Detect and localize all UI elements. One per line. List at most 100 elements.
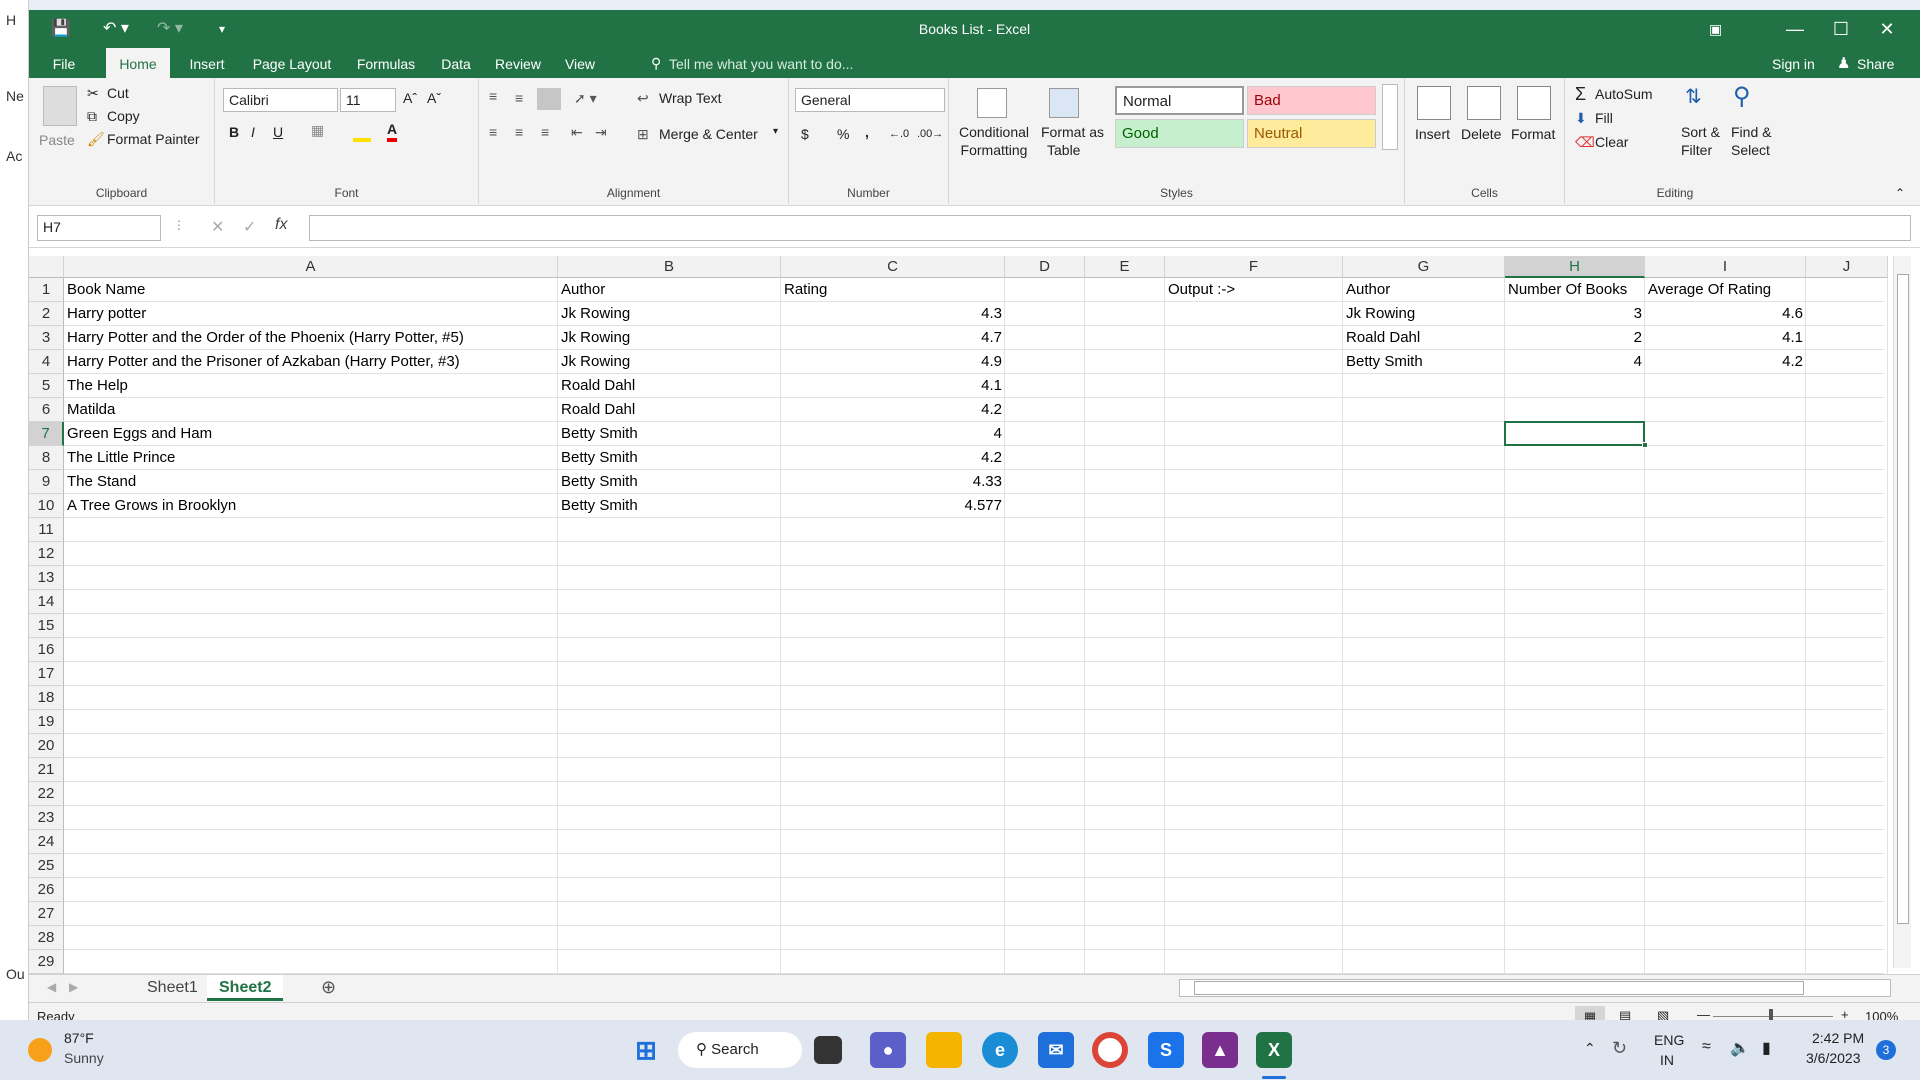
excel-taskbar-icon[interactable]: X	[1256, 1032, 1292, 1068]
select-all-corner[interactable]	[29, 256, 64, 278]
share-button[interactable]: Share	[1857, 56, 1894, 72]
cell-a6[interactable]: Matilda	[64, 398, 558, 422]
language-line1[interactable]: ENG	[1654, 1032, 1684, 1048]
cell-g4[interactable]: Betty Smith	[1343, 350, 1505, 374]
function-icon[interactable]: fx	[275, 216, 287, 234]
tab-view[interactable]: View	[555, 48, 605, 78]
tab-insert[interactable]: Insert	[177, 48, 237, 78]
cell-c4[interactable]: 4.9	[781, 350, 1005, 374]
format-as-table-button-line2[interactable]: Table	[1047, 142, 1080, 158]
next-sheet-icon[interactable]: ▶	[69, 980, 78, 994]
row-header[interactable]: 24	[29, 830, 64, 854]
decrease-indent-icon[interactable]: ⇤	[571, 124, 583, 141]
column-header-f[interactable]: F	[1165, 256, 1343, 278]
cell-a7[interactable]: Green Eggs and Ham	[64, 422, 558, 446]
cell-c9[interactable]: 4.33	[781, 470, 1005, 494]
fill-handle[interactable]	[1642, 442, 1648, 448]
wifi-icon[interactable]: ≈	[1702, 1038, 1711, 1056]
close-button[interactable]: ✕	[1864, 10, 1910, 48]
format-icon[interactable]	[1517, 86, 1551, 120]
cell-c3[interactable]: 4.7	[781, 326, 1005, 350]
align-bottom-icon[interactable]	[537, 88, 561, 110]
tab-data[interactable]: Data	[431, 48, 481, 78]
find-icon[interactable]: ⚲	[1733, 82, 1751, 111]
tab-review[interactable]: Review	[487, 48, 549, 78]
row-header[interactable]: 29	[29, 950, 64, 974]
number-format-select[interactable]: General	[795, 88, 945, 112]
align-left-icon[interactable]: ≡	[489, 124, 497, 140]
cell-b5[interactable]: Roald Dahl	[558, 374, 781, 398]
merge-dropdown-icon[interactable]: ▾	[773, 126, 778, 137]
format-table-icon[interactable]	[1049, 88, 1079, 118]
column-header-h[interactable]: H	[1505, 256, 1645, 278]
cell-a4[interactable]: Harry Potter and the Prisoner of Azkaban…	[64, 350, 558, 374]
find-select-button[interactable]: Find &	[1731, 124, 1771, 140]
orientation-icon[interactable]: ➚ ▾	[574, 90, 597, 107]
cell-c7[interactable]: 4	[781, 422, 1005, 446]
decrease-font-icon[interactable]: Aˇ	[427, 90, 441, 106]
cell-c2[interactable]: 4.3	[781, 302, 1005, 326]
add-sheet-icon[interactable]: ⊕	[321, 977, 336, 998]
format-painter-button[interactable]: Format Painter	[107, 131, 200, 147]
cell-a3[interactable]: Harry Potter and the Order of the Phoeni…	[64, 326, 558, 350]
column-header-c[interactable]: C	[781, 256, 1005, 278]
cell-i1[interactable]: Average Of Rating	[1645, 278, 1806, 302]
enter-icon[interactable]: ✓	[243, 217, 256, 237]
insert-icon[interactable]	[1417, 86, 1451, 120]
sheet-tab-sheet2[interactable]: Sheet2	[207, 975, 284, 1001]
percent-button[interactable]: %	[837, 126, 849, 142]
row-header[interactable]: 10	[29, 494, 64, 518]
ribbon-display-icon[interactable]: ▣	[1709, 21, 1722, 38]
cell-b8[interactable]: Betty Smith	[558, 446, 781, 470]
clear-button[interactable]: Clear	[1595, 134, 1628, 150]
row-header[interactable]: 5	[29, 374, 64, 398]
cell-i4[interactable]: 4.2	[1645, 350, 1806, 374]
cell-a5[interactable]: The Help	[64, 374, 558, 398]
column-header-j[interactable]: J	[1806, 256, 1888, 278]
name-box[interactable]: H7	[37, 215, 161, 241]
font-name-select[interactable]: Calibri	[223, 88, 338, 112]
paste-icon[interactable]	[43, 86, 77, 126]
weather-temp[interactable]: 87°F	[64, 1030, 94, 1046]
align-middle-icon[interactable]: ≡	[515, 90, 523, 106]
notification-badge[interactable]: 3	[1876, 1040, 1896, 1060]
conditional-formatting-button[interactable]: Conditional	[957, 124, 1031, 140]
row-header[interactable]: 23	[29, 806, 64, 830]
active-cell-h7[interactable]	[1504, 421, 1645, 446]
chrome-icon[interactable]	[1092, 1032, 1128, 1068]
row-header[interactable]: 15	[29, 614, 64, 638]
conditional-formatting-icon[interactable]	[977, 88, 1007, 118]
cell-b3[interactable]: Jk Rowing	[558, 326, 781, 350]
prev-sheet-icon[interactable]: ◀	[47, 980, 56, 994]
style-bad[interactable]: Bad	[1247, 86, 1376, 115]
tab-file[interactable]: File	[37, 48, 91, 78]
cell-c6[interactable]: 4.2	[781, 398, 1005, 422]
bold-button[interactable]: B	[229, 124, 239, 140]
format-button[interactable]: Format	[1511, 126, 1555, 142]
edge-icon[interactable]: e	[982, 1032, 1018, 1068]
row-header[interactable]: 20	[29, 734, 64, 758]
row-header[interactable]: 14	[29, 590, 64, 614]
italic-button[interactable]: I	[251, 124, 255, 140]
cell-h4[interactable]: 4	[1505, 350, 1645, 374]
column-header-d[interactable]: D	[1005, 256, 1085, 278]
autosum-icon[interactable]: Σ	[1575, 84, 1586, 105]
row-header[interactable]: 12	[29, 542, 64, 566]
cancel-icon[interactable]: ✕	[211, 217, 224, 237]
fill-icon[interactable]: ⬇	[1575, 110, 1587, 127]
row-header[interactable]: 25	[29, 854, 64, 878]
sort-filter-button-line2[interactable]: Filter	[1681, 142, 1712, 158]
style-good[interactable]: Good	[1115, 119, 1244, 148]
borders-icon[interactable]: ▦	[311, 122, 324, 139]
cell-g1[interactable]: Author	[1343, 278, 1505, 302]
tab-page-layout[interactable]: Page Layout	[243, 48, 341, 78]
column-header-i[interactable]: I	[1645, 256, 1806, 278]
vertical-scrollbar[interactable]	[1893, 256, 1911, 968]
sheet-tab-sheet1[interactable]: Sheet1	[135, 975, 210, 1001]
row-header[interactable]: 11	[29, 518, 64, 542]
row-header[interactable]: 4	[29, 350, 64, 374]
cell-b7[interactable]: Betty Smith	[558, 422, 781, 446]
column-header-b[interactable]: B	[558, 256, 781, 278]
wrap-text-button[interactable]: Wrap Text	[659, 90, 722, 106]
currency-button[interactable]: $	[801, 126, 809, 142]
